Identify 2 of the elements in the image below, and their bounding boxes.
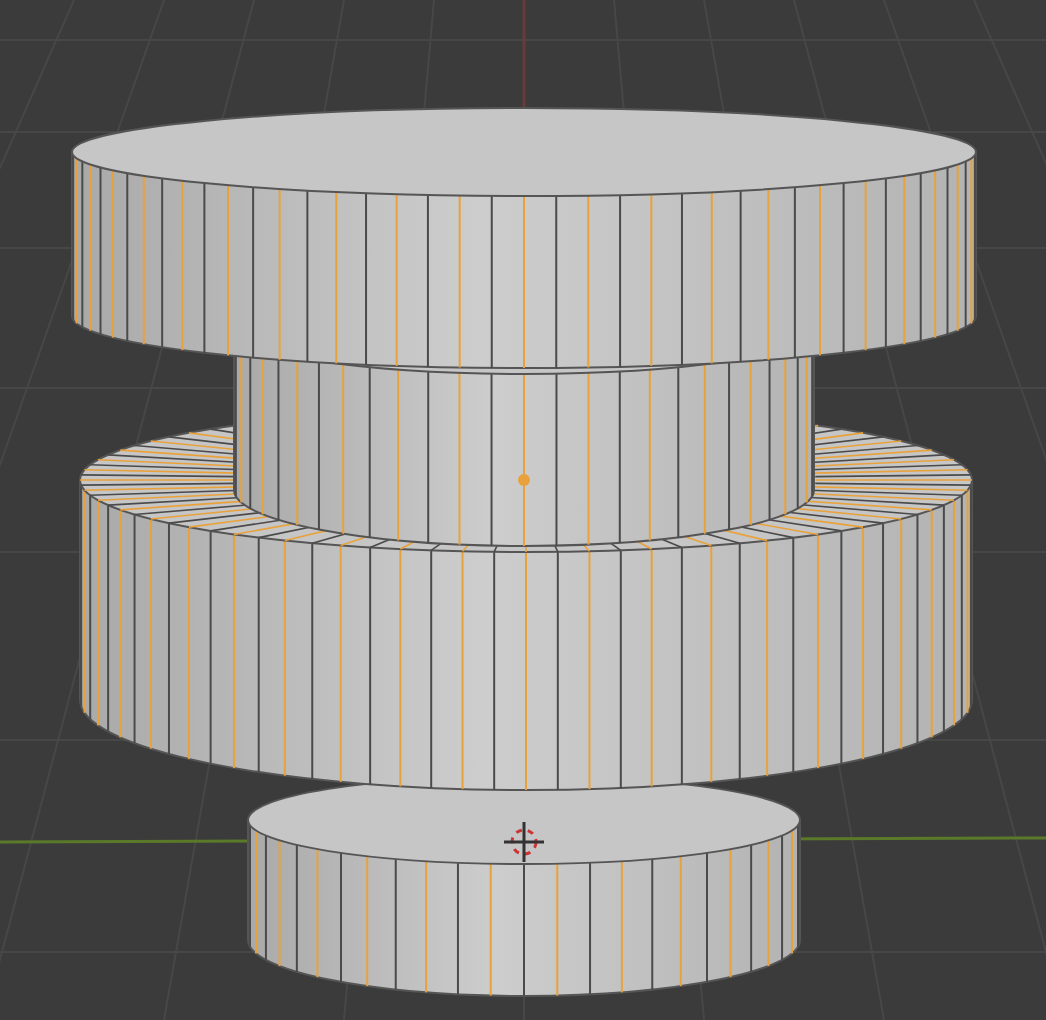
3d-cursor-icon xyxy=(504,822,544,862)
origin-point xyxy=(518,474,530,486)
